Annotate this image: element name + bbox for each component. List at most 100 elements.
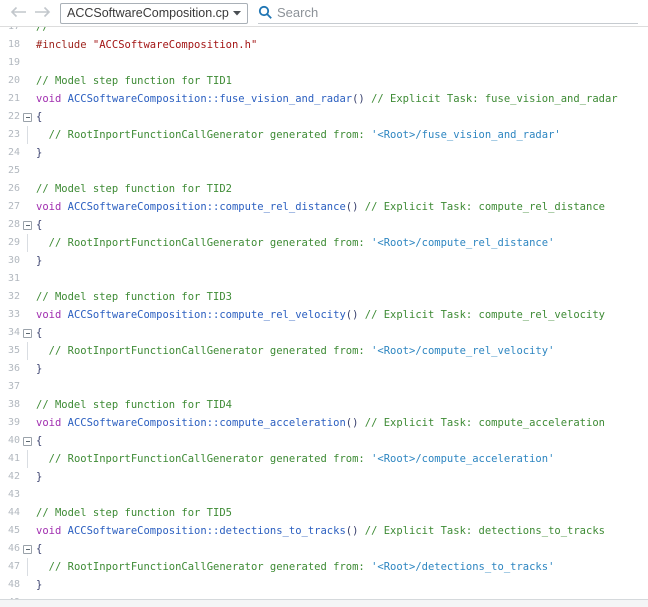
code-row: 40{ <box>0 432 648 450</box>
code-line-text: void ACCSoftwareComposition::fuse_vision… <box>36 90 648 108</box>
symbol-link[interactable]: ACCSoftwareComposition::compute_rel_velo… <box>68 309 346 321</box>
token-plain: () <box>346 201 365 213</box>
line-number: 28 <box>0 216 20 234</box>
forward-button[interactable] <box>30 2 54 24</box>
token-plain: () <box>352 93 371 105</box>
code-row: 37 <box>0 378 648 396</box>
code-line-text <box>36 594 648 599</box>
model-element-link[interactable]: '<Root>/compute_rel_distance' <box>371 237 554 249</box>
line-number: 31 <box>0 270 20 288</box>
symbol-link[interactable]: ACCSoftwareComposition::compute_accelera… <box>68 417 346 429</box>
line-number: 21 <box>0 90 20 108</box>
code-row: 44 // Model step function for TID5 <box>0 504 648 522</box>
code-row: 38// Model step function for TID4 <box>0 396 648 414</box>
line-number: 38 <box>0 396 20 414</box>
code-line-text: // RootInportFunctionCallGenerator gener… <box>36 450 648 468</box>
symbol-link[interactable]: ACCSoftwareComposition::compute_rel_dist… <box>68 201 346 213</box>
model-element-link[interactable]: '<Root>/detections_to_tracks' <box>371 561 554 573</box>
code-line-text: // Model step function for TID3 <box>36 288 648 306</box>
fold-column <box>20 396 36 414</box>
code-row: 32// Model step function for TID3 <box>0 288 648 306</box>
line-number: 33 <box>0 306 20 324</box>
token-keyword: void <box>36 309 61 321</box>
code-editor[interactable]: 17 // 18#include "ACCSoftwareComposition.h… <box>0 27 648 599</box>
line-number: 19 <box>0 54 20 72</box>
symbol-link[interactable]: ACCSoftwareComposition::detections_to_tr… <box>68 525 346 537</box>
fold-column <box>20 306 36 324</box>
code-line-text: { <box>36 216 648 234</box>
code-view-window: ACCSoftwareComposition.cpp 17 // 18#includ… <box>0 0 648 607</box>
fold-toggle-icon[interactable] <box>23 113 32 122</box>
code-row: 17 // <box>0 27 648 36</box>
line-number: 43 <box>0 486 20 504</box>
code-line-text: } <box>36 252 648 270</box>
code-row: 45 void ACCSoftwareComposition::detection… <box>0 522 648 540</box>
line-number: 49 <box>0 594 20 599</box>
fold-column <box>20 234 36 252</box>
fold-toggle-icon[interactable] <box>23 437 32 446</box>
search-input[interactable] <box>273 3 638 22</box>
code-line-text: { <box>36 324 648 342</box>
file-dropdown[interactable]: ACCSoftwareComposition.cpp <box>60 3 248 24</box>
line-number: 45 <box>0 522 20 540</box>
horizontal-scrollbar[interactable] <box>0 599 648 607</box>
fold-column <box>20 162 36 180</box>
left-arrow-icon <box>10 6 27 21</box>
code-line-text: // RootInportFunctionCallGenerator gener… <box>36 234 648 252</box>
token-comment: // <box>36 27 49 33</box>
fold-guide-line <box>27 126 28 144</box>
fold-column <box>20 54 36 72</box>
line-number: 44 <box>0 504 20 522</box>
symbol-link[interactable]: ACCSoftwareComposition::fuse_vision_and_… <box>68 93 352 105</box>
fold-column <box>20 486 36 504</box>
token-plain: { <box>36 543 42 555</box>
code-row: 21 void ACCSoftwareComposition::fuse_visi… <box>0 90 648 108</box>
code-line-text: } <box>36 576 648 594</box>
token-string: "ACCSoftwareComposition.h" <box>93 39 257 51</box>
model-element-link[interactable]: '<Root>/compute_acceleration' <box>371 453 554 465</box>
fold-toggle-icon[interactable] <box>23 221 32 230</box>
model-element-link[interactable]: '<Root>/compute_rel_velocity' <box>371 345 554 357</box>
token-comment: // RootInportFunctionCallGenerator gener… <box>49 345 371 357</box>
chevron-down-icon <box>233 10 241 16</box>
fold-toggle-icon[interactable] <box>23 545 32 554</box>
token-comment: // RootInportFunctionCallGenerator gener… <box>49 237 371 249</box>
line-number: 30 <box>0 252 20 270</box>
code-line-text: void ACCSoftwareComposition::compute_acc… <box>36 414 648 432</box>
line-number: 48 <box>0 576 20 594</box>
code-line-text: { <box>36 432 648 450</box>
line-number: 17 <box>0 27 20 36</box>
right-arrow-icon <box>34 6 51 21</box>
line-number: 37 <box>0 378 20 396</box>
token-preprocessor: #include <box>36 39 87 51</box>
code-line-text: // Model step function for TID1 <box>36 72 648 90</box>
fold-column <box>20 36 36 54</box>
token-keyword: void <box>36 417 61 429</box>
line-number: 41 <box>0 450 20 468</box>
line-number: 24 <box>0 144 20 162</box>
back-button[interactable] <box>6 2 30 24</box>
fold-column <box>20 378 36 396</box>
line-number: 25 <box>0 162 20 180</box>
fold-column <box>20 468 36 486</box>
code-line-text: // Model step function for TID5 <box>36 504 648 522</box>
model-element-link[interactable]: '<Root>/fuse_vision_and_radar' <box>371 129 561 141</box>
fold-column <box>20 72 36 90</box>
file-dropdown-value: ACCSoftwareComposition.cpp <box>67 6 229 20</box>
code-row: 47 // RootInportFunctionCallGenerator ge… <box>0 558 648 576</box>
token-keyword: void <box>36 525 61 537</box>
search-icon <box>258 5 273 20</box>
code-row: 48} <box>0 576 648 594</box>
fold-toggle-icon[interactable] <box>23 329 32 338</box>
token-comment: // Explicit Task: compute_acceleration <box>365 417 605 429</box>
search-field <box>258 2 638 24</box>
token-plain: } <box>36 363 42 375</box>
fold-column <box>20 90 36 108</box>
token-plain <box>36 237 49 249</box>
token-comment: // Explicit Task: compute_rel_velocity <box>365 309 605 321</box>
code-line-text: void ACCSoftwareComposition::detections_… <box>36 522 648 540</box>
code-row: 18#include "ACCSoftwareComposition.h" <box>0 36 648 54</box>
token-keyword: void <box>36 93 61 105</box>
token-comment: // Model step function for TID2 <box>36 183 232 195</box>
code-row: 29 // RootInportFunctionCallGenerator ge… <box>0 234 648 252</box>
